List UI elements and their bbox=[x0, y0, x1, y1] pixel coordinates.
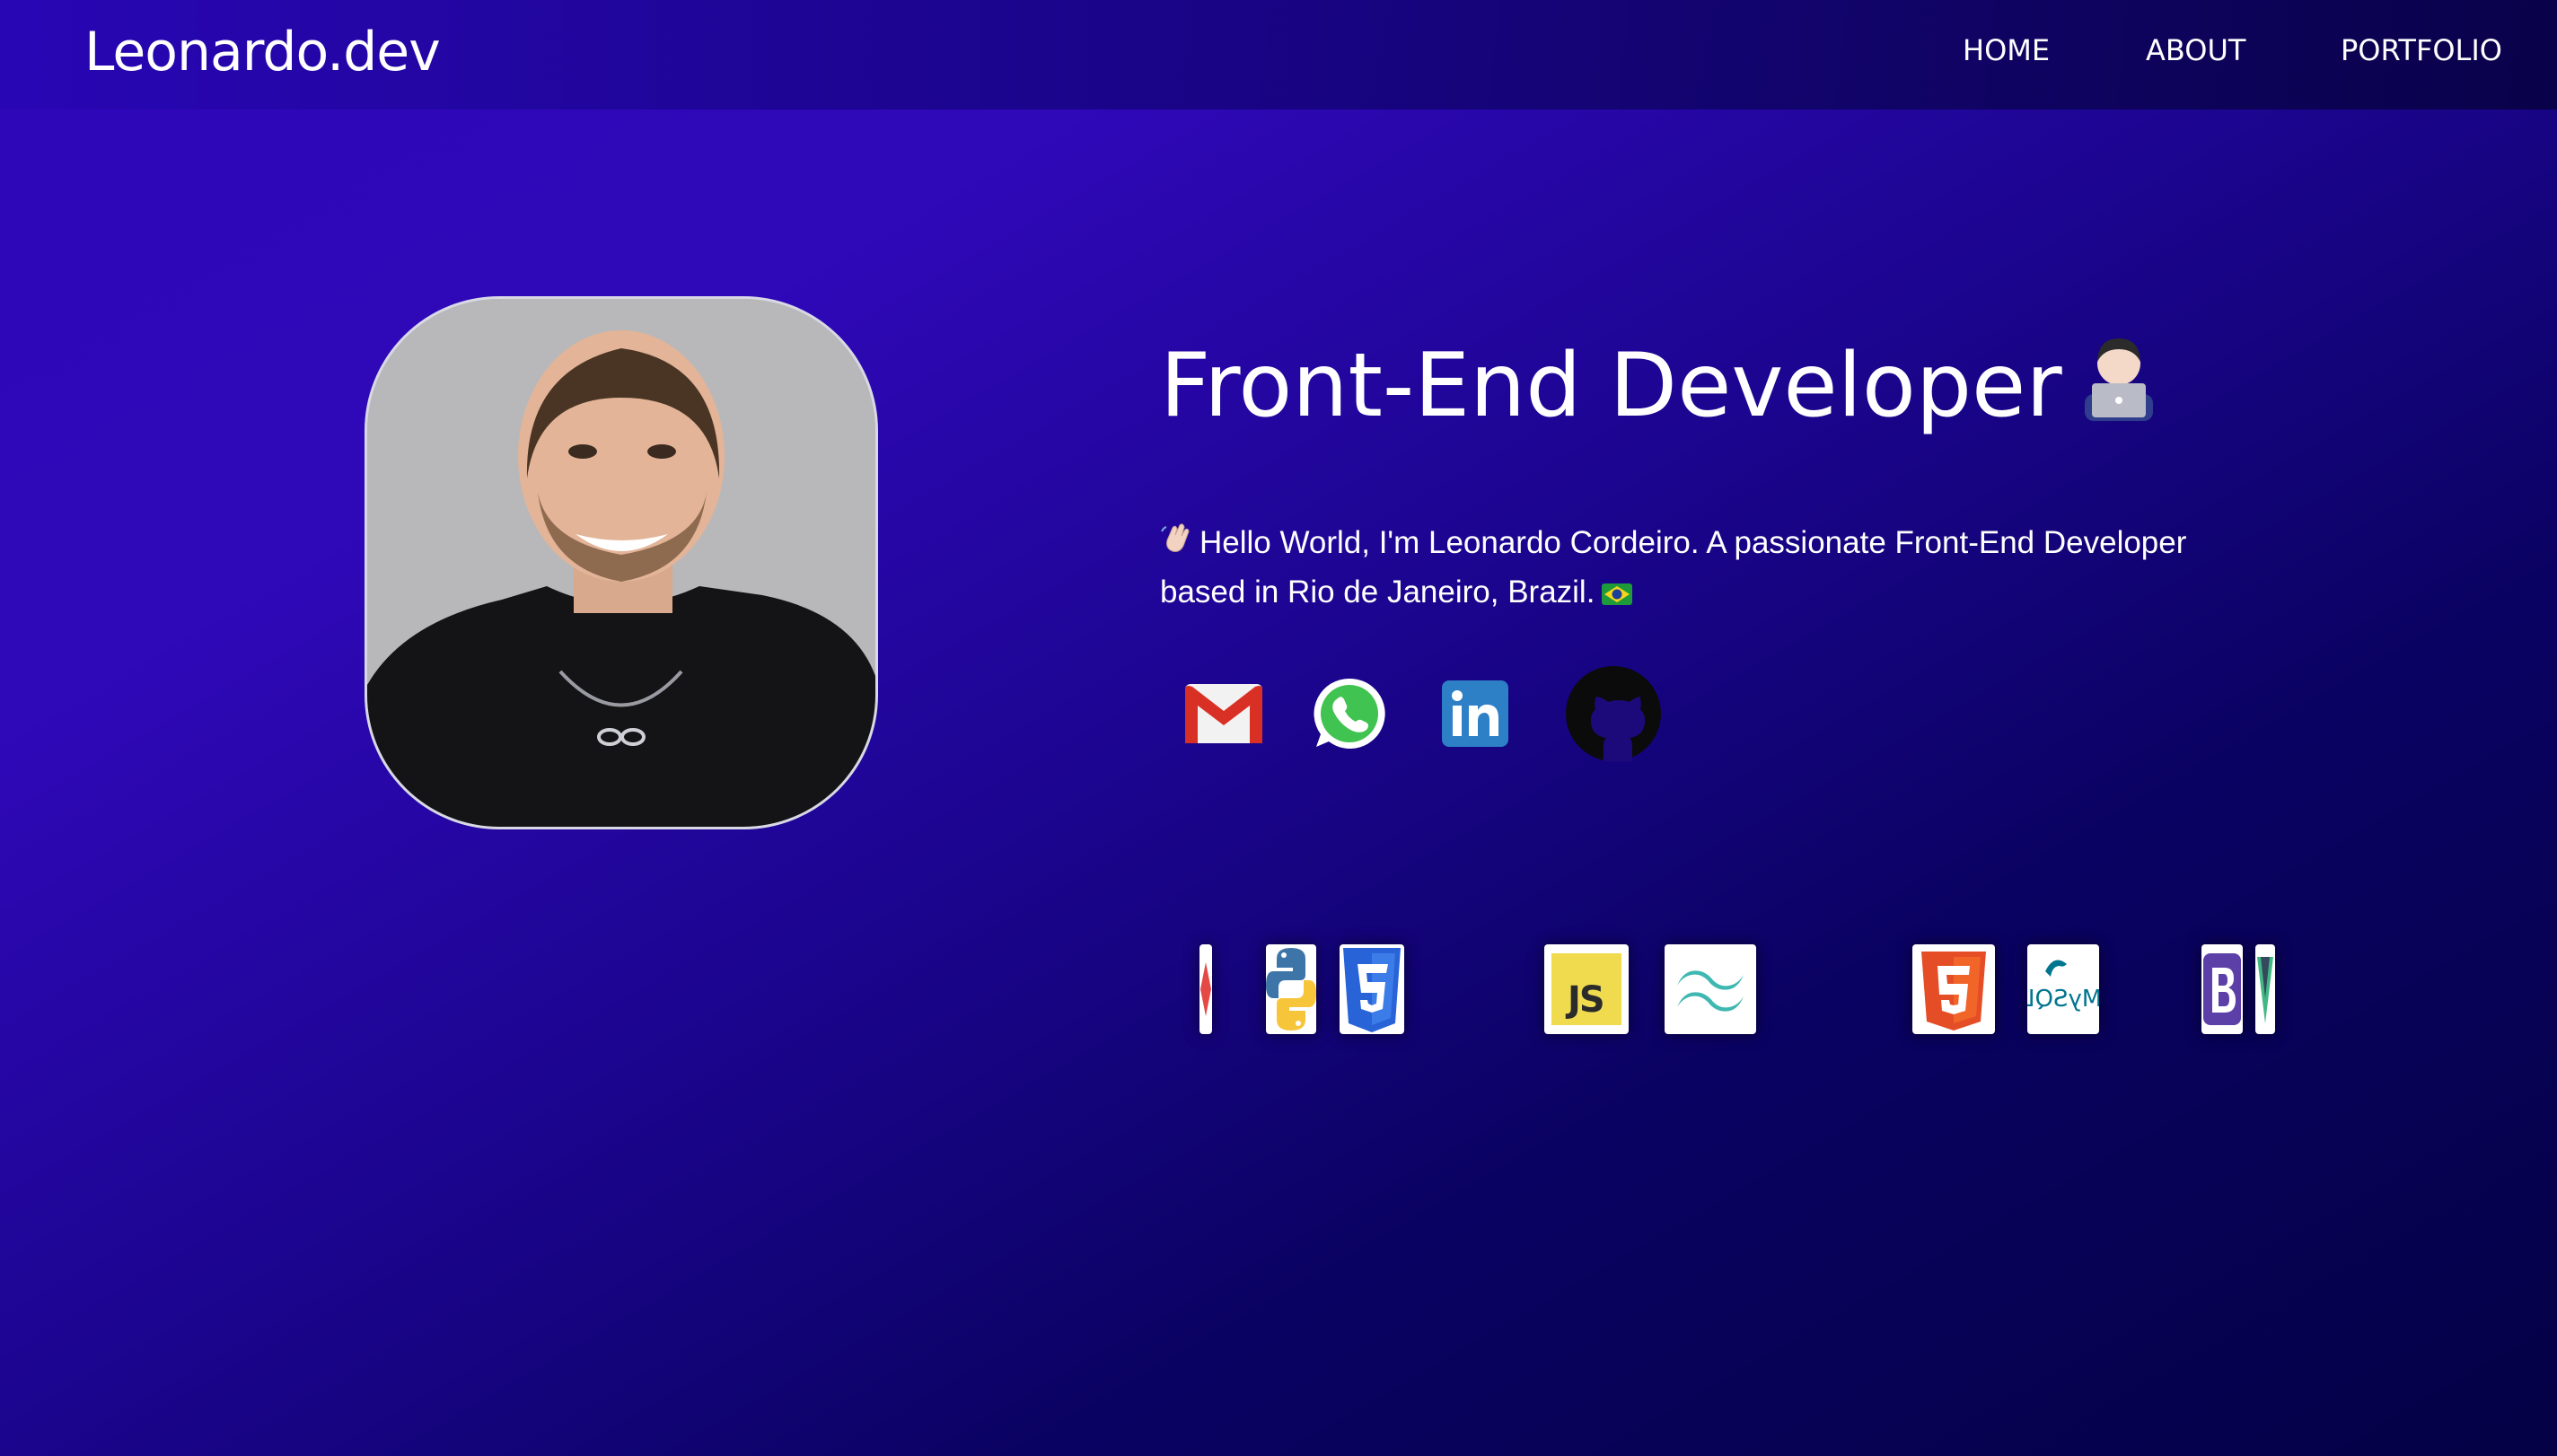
hero-title: Front-End Developer bbox=[1160, 323, 2157, 454]
tech-vue bbox=[2255, 944, 2275, 1034]
tech-bootstrap bbox=[2201, 944, 2243, 1034]
github-link[interactable] bbox=[1564, 664, 1663, 763]
tech-angular bbox=[1199, 944, 1212, 1034]
vue-icon bbox=[2257, 957, 2273, 1023]
tech-mysql: MySQL bbox=[2027, 944, 2099, 1034]
tech-python bbox=[1266, 944, 1316, 1034]
mysql-label: MySQL bbox=[2027, 986, 2099, 1013]
tailwind-icon bbox=[1677, 970, 1744, 1012]
top-navbar: Leonardo.dev HOME ABOUT PORTFOLIO bbox=[0, 0, 2557, 110]
linkedin-link[interactable] bbox=[1426, 664, 1525, 763]
javascript-label: JS bbox=[1568, 979, 1605, 1021]
angular-icon bbox=[1200, 962, 1211, 1016]
tech-html5 bbox=[1912, 944, 1995, 1034]
profile-photo-illustration bbox=[367, 299, 875, 827]
nav-home-link[interactable]: HOME bbox=[1963, 32, 2050, 68]
nav-about-link[interactable]: ABOUT bbox=[2146, 32, 2245, 68]
site-logo[interactable]: Leonardo.dev bbox=[84, 18, 441, 86]
html5-icon bbox=[1921, 952, 1986, 1031]
python-icon bbox=[1266, 948, 1316, 1031]
bootstrap-icon bbox=[2203, 953, 2241, 1025]
technologist-icon bbox=[2080, 329, 2157, 454]
whatsapp-link[interactable] bbox=[1300, 664, 1399, 763]
whatsapp-icon bbox=[1314, 678, 1385, 749]
css3-icon bbox=[1343, 948, 1401, 1032]
github-icon bbox=[1566, 666, 1661, 761]
hero-title-text: Front-End Developer bbox=[1160, 335, 2062, 437]
tech-javascript: JS bbox=[1544, 944, 1629, 1034]
profile-photo bbox=[365, 296, 878, 829]
nav-portfolio-link[interactable]: PORTFOLIO bbox=[2341, 32, 2502, 68]
linkedin-icon bbox=[1442, 680, 1508, 747]
gmail-link[interactable] bbox=[1174, 664, 1273, 763]
hero-bio-text: Hello World, I'm Leonardo Cordeiro. A pa… bbox=[1160, 525, 2187, 610]
tech-css3 bbox=[1340, 944, 1404, 1034]
brazil-flag-icon bbox=[1602, 571, 1633, 618]
waving-hand-icon bbox=[1160, 521, 1192, 568]
tech-tailwind bbox=[1665, 944, 1756, 1034]
gmail-icon bbox=[1185, 684, 1262, 743]
hero-bio: Hello World, I'm Leonardo Cordeiro. A pa… bbox=[1160, 519, 2255, 618]
